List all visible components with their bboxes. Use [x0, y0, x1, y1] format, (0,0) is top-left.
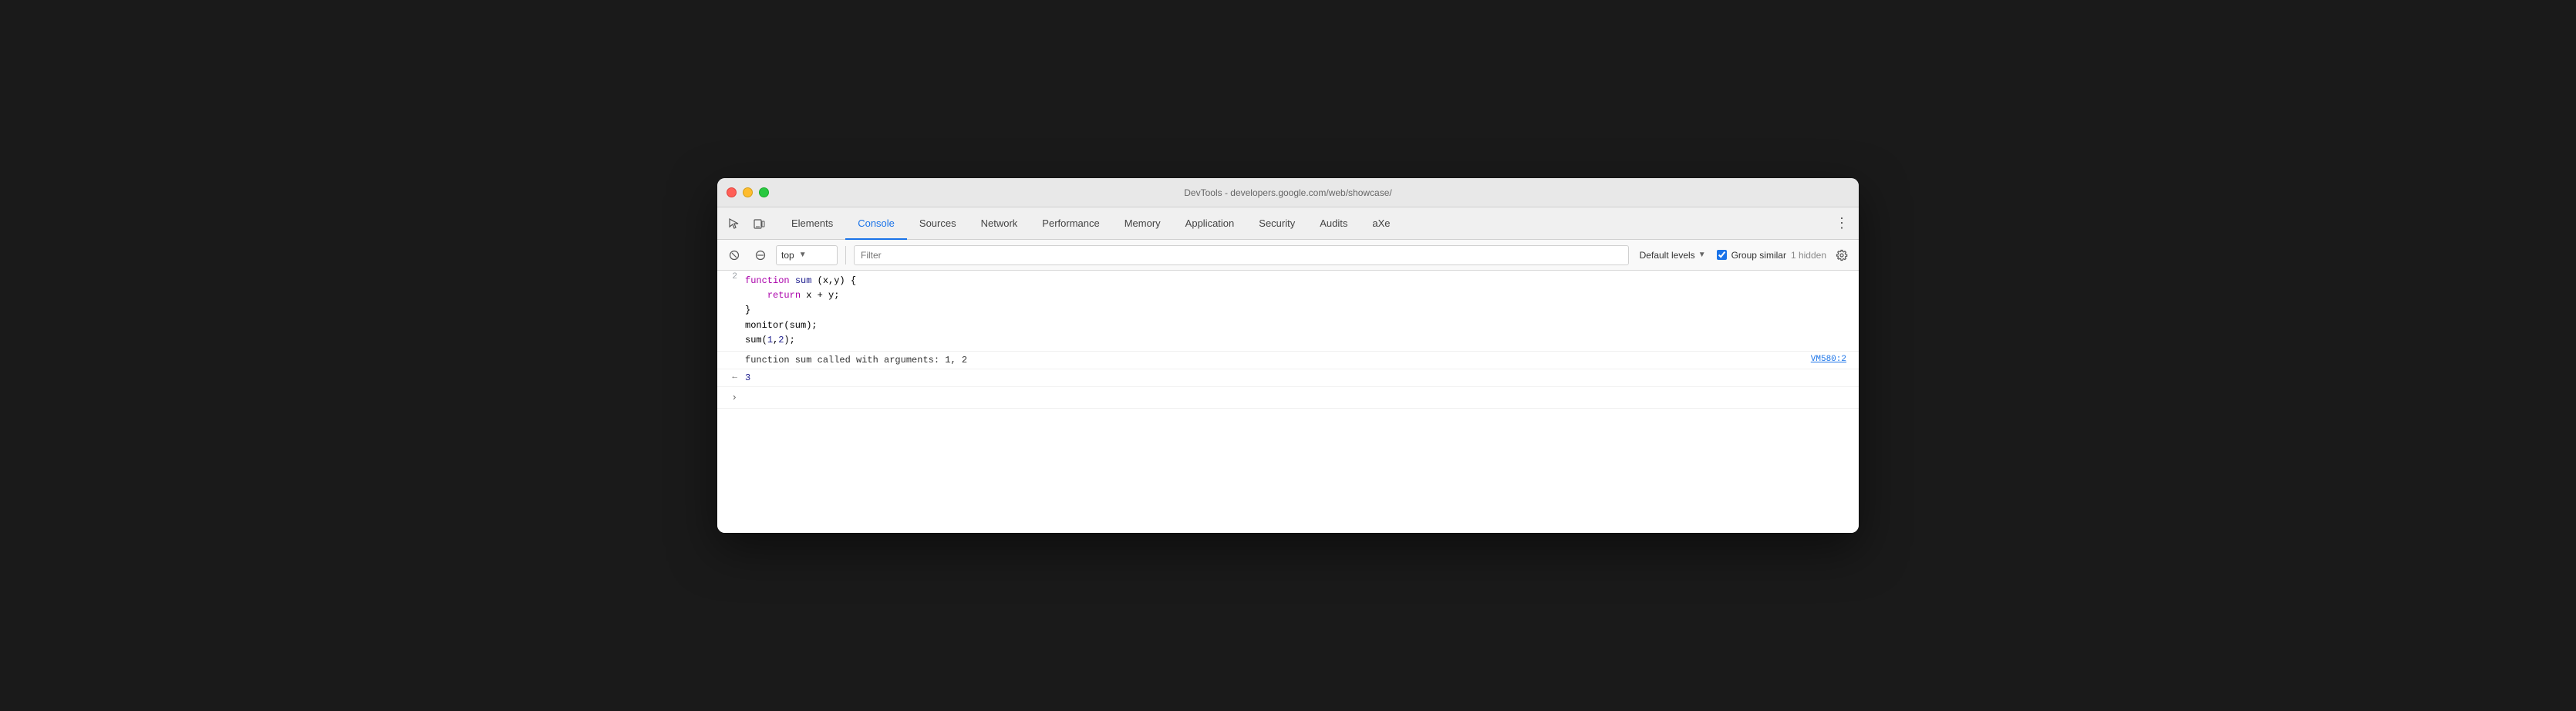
code-line-4: monitor(sum);	[745, 318, 1856, 333]
traffic-lights	[727, 187, 769, 197]
output-gutter	[717, 353, 742, 356]
tab-application[interactable]: Application	[1173, 207, 1247, 240]
title-bar: DevTools - developers.google.com/web/sho…	[717, 178, 1859, 207]
tab-network[interactable]: Network	[969, 207, 1030, 240]
result-value: 3	[742, 371, 1859, 385]
close-button[interactable]	[727, 187, 737, 197]
entry-code-content: function sum (x,y) { return x + y; } mon…	[742, 271, 1859, 351]
tab-console[interactable]: Console	[845, 207, 907, 240]
window-title: DevTools - developers.google.com/web/sho…	[1184, 187, 1391, 198]
inspect-element-button[interactable]	[723, 213, 745, 234]
tab-sources[interactable]: Sources	[907, 207, 969, 240]
tab-audits[interactable]: Audits	[1307, 207, 1360, 240]
entry-line-number: 2	[717, 271, 742, 283]
group-similar-checkbox[interactable]	[1717, 250, 1727, 260]
output-text: function sum called with arguments: 1, 2	[742, 353, 1808, 367]
console-output-area: 2 function sum (x,y) { return x + y; } m…	[717, 271, 1859, 533]
device-toolbar-button[interactable]	[748, 213, 770, 234]
filter-input[interactable]	[854, 245, 1629, 265]
tab-elements[interactable]: Elements	[779, 207, 845, 240]
devtools-window: DevTools - developers.google.com/web/sho…	[717, 178, 1859, 533]
group-similar-label[interactable]: Group similar	[1717, 250, 1786, 261]
console-input-row[interactable]: ›	[717, 387, 1859, 409]
tab-performance[interactable]: Performance	[1030, 207, 1111, 240]
console-input[interactable]	[742, 390, 1859, 404]
maximize-button[interactable]	[759, 187, 769, 197]
output-source-link[interactable]: VM580:2	[1808, 353, 1859, 366]
tab-memory[interactable]: Memory	[1112, 207, 1173, 240]
console-settings-button[interactable]	[1831, 244, 1853, 266]
nav-tabs-bar: Elements Console Sources Network Perform…	[717, 207, 1859, 240]
console-entry-output: function sum called with arguments: 1, 2…	[717, 352, 1859, 369]
console-entry-code: 2 function sum (x,y) { return x + y; } m…	[717, 271, 1859, 352]
code-line-5: sum(1,2);	[745, 333, 1856, 348]
nav-icons	[723, 213, 770, 234]
context-selector[interactable]: top ▼	[776, 245, 838, 265]
block-requests-button[interactable]	[750, 244, 771, 266]
console-toolbar: top ▼ Default levels ▼ Group similar 1 h…	[717, 240, 1859, 271]
code-line-2: return x + y;	[745, 288, 1856, 303]
console-entry-result: ← 3	[717, 369, 1859, 387]
levels-arrow-icon: ▼	[1698, 251, 1706, 259]
result-gutter: ←	[717, 371, 742, 383]
toolbar-divider	[845, 246, 846, 265]
hidden-count-badge: 1 hidden	[1791, 250, 1826, 261]
code-line-1: function sum (x,y) {	[745, 274, 1856, 288]
clear-console-button[interactable]	[723, 244, 745, 266]
more-tabs-button[interactable]: ⋮	[1831, 213, 1853, 234]
levels-dropdown-button[interactable]: Default levels ▼	[1634, 248, 1712, 263]
context-selector-arrow: ▼	[799, 251, 807, 259]
minimize-button[interactable]	[743, 187, 753, 197]
code-line-3: }	[745, 303, 1856, 318]
tab-security[interactable]: Security	[1246, 207, 1307, 240]
prompt-gutter: ›	[717, 390, 742, 405]
tab-axe[interactable]: aXe	[1360, 207, 1402, 240]
